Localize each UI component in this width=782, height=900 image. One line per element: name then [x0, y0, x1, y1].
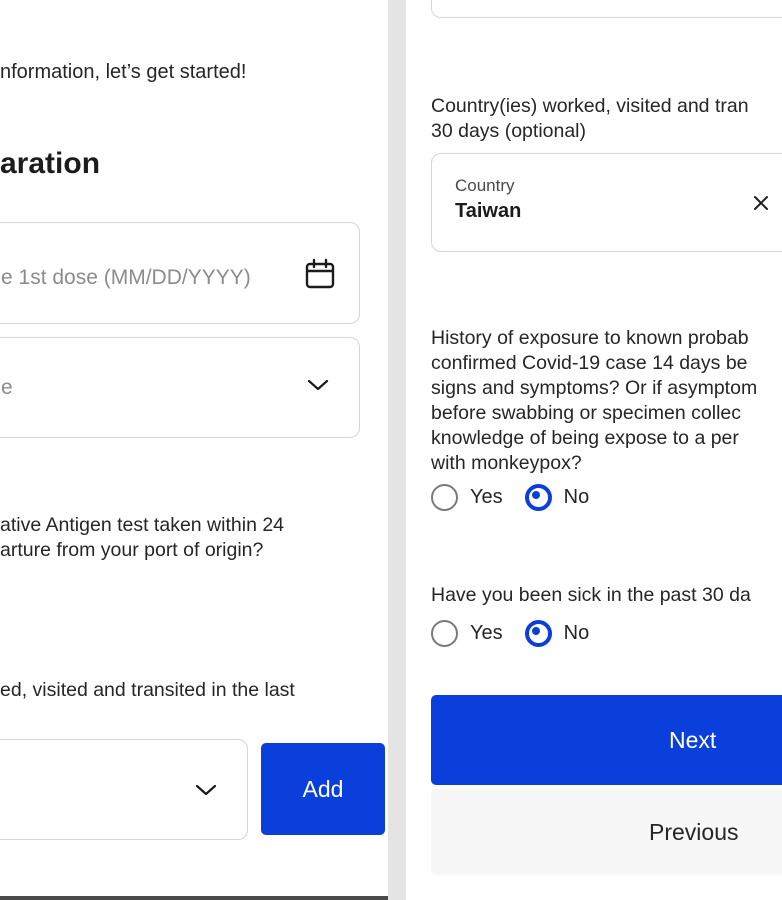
- previous-button[interactable]: Previous: [431, 789, 782, 875]
- country-value: Taiwan: [455, 200, 522, 222]
- exposure-radio-group: Yes No: [431, 484, 589, 511]
- vaccine-date-placeholder: e 1st dose (MM/DD/YYYY): [1, 266, 251, 289]
- exposure-question: History of exposure to known probab conf…: [431, 326, 757, 476]
- section-title: aration: [0, 147, 101, 180]
- exposure-line-6: with monkeypox?: [431, 452, 582, 474]
- countries-label: Country(ies) worked, visited and tran 30…: [431, 94, 749, 144]
- country-field[interactable]: Country Taiwan: [431, 153, 782, 252]
- country-select[interactable]: [0, 739, 248, 840]
- add-button[interactable]: Add: [261, 743, 385, 835]
- antigen-question-line-1: ative Antigen test taken within 24: [0, 514, 285, 536]
- right-form-panel: Country(ies) worked, visited and tran 30…: [406, 0, 782, 900]
- left-form-panel: nformation, let’s get started! aration e…: [0, 0, 388, 900]
- previous-field-bottom[interactable]: [431, 0, 782, 18]
- countries-label-line-2: 30 days (optional): [431, 120, 587, 142]
- exposure-no-label[interactable]: No: [564, 486, 590, 509]
- countries-label-line-1: Country(ies) worked, visited and tran: [431, 95, 749, 117]
- next-button[interactable]: Next: [431, 695, 782, 785]
- exposure-line-5: knowledge of being expose to a per: [431, 427, 739, 449]
- sick-question: Have you been sick in the past 30 da: [431, 584, 751, 606]
- vaccine-date-field[interactable]: e 1st dose (MM/DD/YYYY): [0, 222, 360, 324]
- sick-yes-radio[interactable]: [431, 620, 458, 647]
- exposure-no-radio[interactable]: [524, 484, 552, 511]
- sick-radio-group: Yes No: [431, 620, 589, 647]
- antigen-question-line-2: arture from your port of origin?: [0, 539, 264, 561]
- country-field-label: Country: [455, 176, 515, 195]
- calendar-icon[interactable]: [304, 258, 336, 290]
- exposure-line-2: confirmed Covid-19 case 14 days be: [431, 352, 748, 374]
- chevron-down-icon: [195, 783, 217, 797]
- countries-question: ed, visited and transited in the last: [0, 679, 295, 701]
- exposure-yes-radio[interactable]: [431, 484, 458, 511]
- sick-no-radio[interactable]: [524, 620, 552, 647]
- exposure-line-4: before swabbing or specimen collec: [431, 402, 742, 424]
- vaccine-type-placeholder: e: [1, 376, 13, 399]
- close-icon[interactable]: [752, 194, 770, 212]
- intro-text: nformation, let’s get started!: [0, 61, 247, 83]
- exposure-yes-label[interactable]: Yes: [470, 486, 503, 509]
- sick-yes-label[interactable]: Yes: [470, 622, 503, 645]
- exposure-line-3: signs and symptoms? Or if asymptom: [431, 377, 758, 399]
- exposure-line-1: History of exposure to known probab: [431, 327, 749, 349]
- antigen-question: ative Antigen test taken within 24 artur…: [0, 513, 284, 563]
- chevron-down-icon: [307, 378, 329, 392]
- sick-no-label[interactable]: No: [564, 622, 590, 645]
- vaccine-type-select[interactable]: e: [0, 337, 360, 438]
- bottom-divider: [0, 896, 388, 900]
